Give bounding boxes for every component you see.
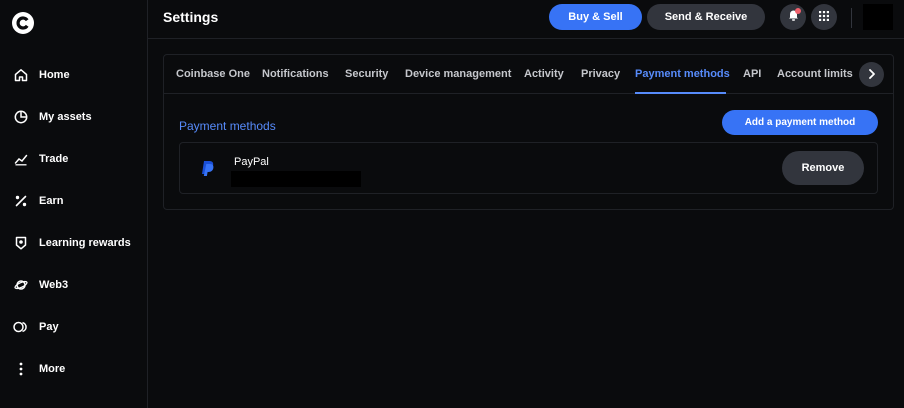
section-title: Payment methods [179,119,276,133]
notification-dot [795,8,801,14]
payment-method-row: PayPal Remove [179,142,878,194]
pay-icon [13,319,29,335]
pie-chart-icon [13,109,29,125]
chevron-right-icon [868,66,876,84]
tab-device-management[interactable]: Device management [405,68,511,80]
avatar[interactable] [863,4,893,30]
header-divider [851,8,852,28]
tab-security[interactable]: Security [345,68,388,80]
percent-icon [13,193,29,209]
sidebar-item-label: Web3 [39,279,69,291]
tab-coinbase-one[interactable]: Coinbase One [176,68,250,80]
remove-button[interactable]: Remove [782,151,864,185]
grid-icon [819,8,829,26]
reward-badge-icon [13,235,29,251]
sidebar-item-label: Trade [39,153,69,165]
sidebar: Home My assets Trade Earn Learning rewar… [0,0,148,408]
sidebar-item-label: More [39,363,66,375]
tab-payment-methods[interactable]: Payment methods [635,68,730,80]
payment-method-name: PayPal [234,156,269,168]
sidebar-item-label: Home [39,69,70,81]
sidebar-item-trade[interactable]: Trade [0,140,147,178]
coinbase-logo-icon[interactable] [12,12,34,34]
sidebar-item-my-assets[interactable]: My assets [0,98,147,136]
paypal-icon [200,160,216,178]
tab-account-limits[interactable]: Account limits [777,68,853,80]
more-vertical-icon [13,361,29,377]
page-title: Settings [163,9,219,25]
sidebar-item-more[interactable]: More [0,350,147,388]
sidebar-item-label: My assets [39,111,92,123]
sidebar-item-label: Earn [39,195,64,207]
top-bar: Settings Buy & Sell Send & Receive [148,0,904,39]
sidebar-item-web3[interactable]: Web3 [0,266,147,304]
tabs-scroll-next-button[interactable] [859,62,884,87]
tab-privacy[interactable]: Privacy [581,68,620,80]
send-receive-button[interactable]: Send & Receive [647,4,765,30]
trend-chart-icon [13,151,29,167]
sidebar-item-pay[interactable]: Pay [0,308,147,346]
planet-icon [13,277,29,293]
sidebar-item-earn[interactable]: Earn [0,182,147,220]
sidebar-item-home[interactable]: Home [0,56,147,94]
active-tab-indicator [635,92,726,94]
redacted-account-detail [231,171,361,187]
tab-notifications[interactable]: Notifications [262,68,329,80]
notifications-button[interactable] [780,4,806,30]
settings-panel: Coinbase One Notifications Security Devi… [163,54,894,210]
sidebar-item-learning-rewards[interactable]: Learning rewards [0,224,147,262]
tab-activity[interactable]: Activity [524,68,564,80]
tab-api[interactable]: API [743,68,761,80]
sidebar-item-label: Learning rewards [39,237,131,249]
settings-tabs: Coinbase One Notifications Security Devi… [164,55,893,94]
sidebar-item-label: Pay [39,321,59,333]
home-icon [13,67,29,83]
buy-sell-button[interactable]: Buy & Sell [549,4,642,30]
add-payment-method-button[interactable]: Add a payment method [722,110,878,135]
apps-button[interactable] [811,4,837,30]
